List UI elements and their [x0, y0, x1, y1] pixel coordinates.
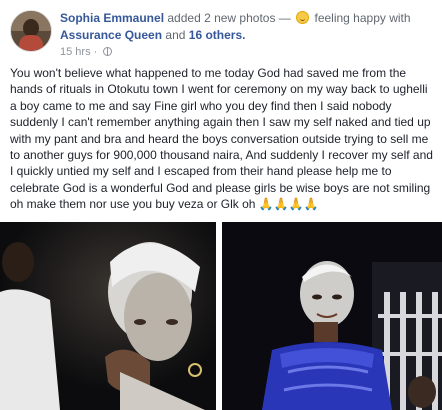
pray-emoji-icons: 🙏🙏🙏🙏: [258, 197, 319, 212]
globe-icon[interactable]: [103, 47, 113, 56]
post-headline: Sophia Emmaunel added 2 new photos — fee…: [60, 10, 436, 44]
post-text: You won't believe what happened to me to…: [10, 65, 434, 213]
happy-face-icon: [296, 11, 310, 24]
timestamp[interactable]: 15 hrs: [60, 46, 91, 58]
others-link[interactable]: 16 others.: [189, 28, 246, 42]
post-meta: 15 hrs ·: [60, 46, 113, 58]
avatar[interactable]: [10, 10, 52, 52]
post-body: You won't believe what happened to me to…: [10, 66, 433, 212]
post-header: Sophia Emmaunel added 2 new photos — fee…: [10, 8, 436, 58]
photo-left[interactable]: [0, 222, 216, 410]
photo-right-image: [222, 222, 442, 410]
feeling-text: feeling happy with: [314, 11, 411, 25]
photo-grid: [0, 222, 442, 410]
tagged-user[interactable]: Assurance Queen: [60, 28, 162, 42]
post-action: added 2 new photos —: [167, 11, 291, 25]
photo-right[interactable]: [222, 222, 442, 410]
author-name[interactable]: Sophia Emmaunel: [60, 11, 164, 25]
connector-text: and: [165, 28, 186, 42]
photo-left-image: [0, 222, 216, 410]
